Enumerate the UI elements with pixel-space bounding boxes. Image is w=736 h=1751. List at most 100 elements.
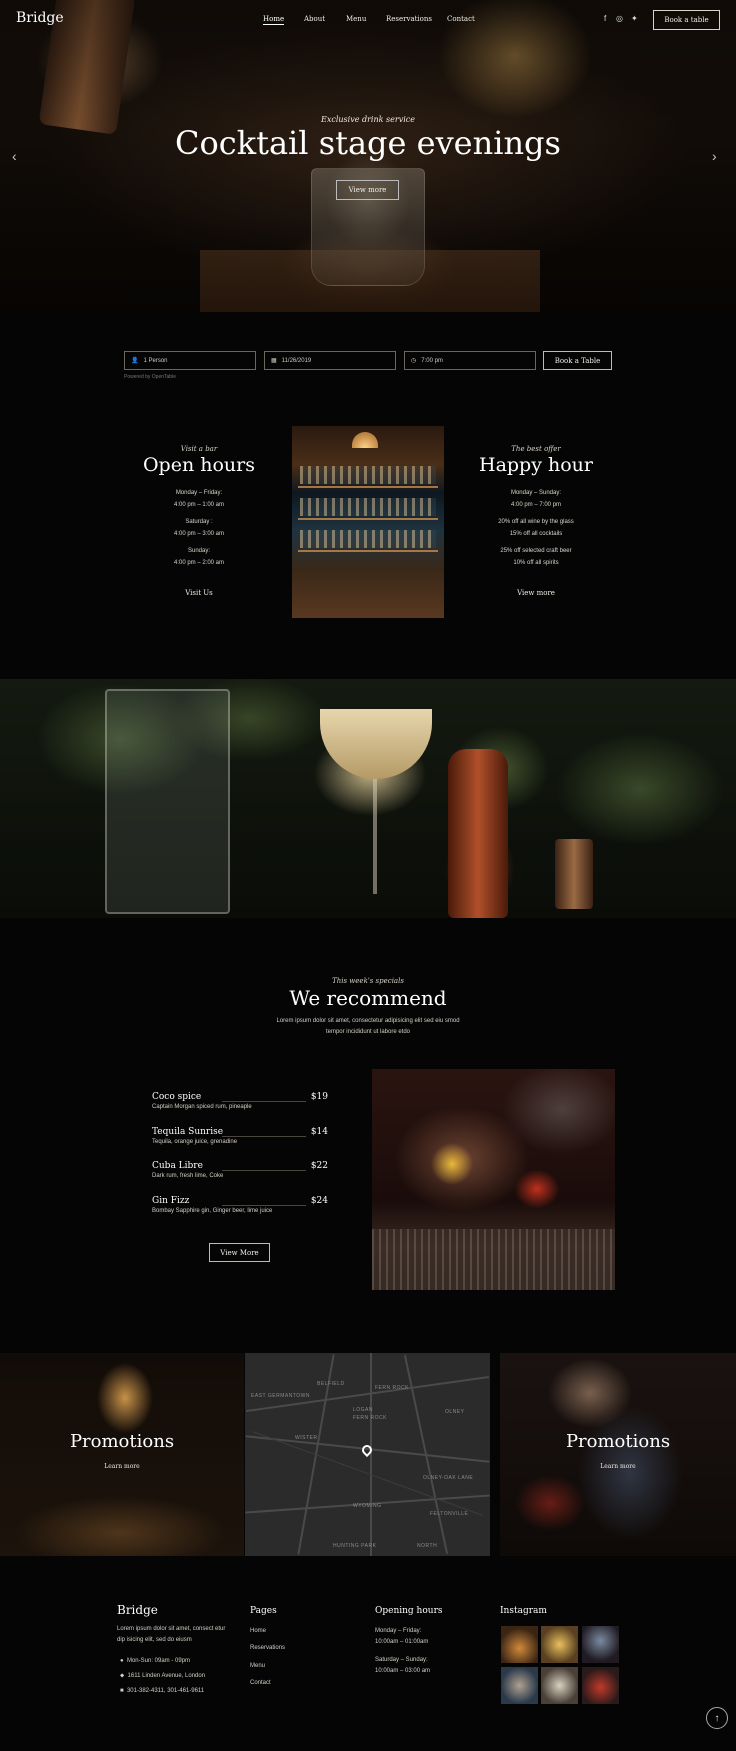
instagram-thumbnail[interactable] (501, 1667, 538, 1704)
user-icon: 👤 (131, 358, 139, 364)
menu-item-name: Gin Fizz (152, 1196, 190, 1206)
promotions-tile-left[interactable]: Promotions Learn more (0, 1353, 244, 1556)
footer-hours-contact: ● Mon-Sun: 09am - 09pm (120, 1658, 190, 1664)
cocktails-banner-photo (0, 679, 736, 918)
date-select[interactable]: ▦ 11/26/2019 (264, 351, 396, 370)
recommend-title: We recommend (289, 986, 447, 1010)
hours-line: 4:00 pm – 2:00 am (173, 560, 225, 566)
nav-about[interactable]: About (304, 15, 325, 23)
hours-line: Monday – Friday: (175, 490, 223, 496)
recommend-description: Lorem ipsum dolor sit amet, consectetur … (276, 1018, 460, 1035)
arrow-up-icon[interactable]: ↑ (706, 1707, 728, 1729)
phone-icon: ■ (120, 1688, 124, 1694)
offer-line: 10% off all spirits (513, 560, 559, 566)
menu-item-desc: Bombay Sapphire gin, Ginger beer, lime j… (152, 1208, 273, 1214)
promotions-title: Promotions (69, 1431, 175, 1452)
footer-hours-line: Saturday – Sunday: (375, 1657, 428, 1663)
bartender-cocktail-photo (372, 1069, 615, 1290)
footer-pages-title: Pages (250, 1606, 277, 1616)
book-a-table-button[interactable]: Book a Table (543, 351, 612, 370)
menu-item-price: $22 (310, 1161, 328, 1171)
footer-page-link[interactable]: Contact (250, 1680, 271, 1686)
map-label: EAST GERMANTOWN (251, 1393, 310, 1399)
footer-about-text: Lorem ipsum dolor sit amet, consect etur (117, 1626, 226, 1632)
map-label: LOGAN (353, 1407, 374, 1413)
menu-item-desc: Dark rum, fresh lime, Coke (152, 1173, 224, 1179)
nav-contact[interactable]: Contact (447, 15, 475, 23)
hours-line: Saturday : (185, 519, 213, 525)
menu-item-desc: Tequila, orange juice, grenadine (152, 1139, 238, 1145)
map-label: HUNTING PARK (333, 1543, 377, 1549)
logo[interactable]: Bridge (16, 10, 64, 26)
calendar-icon: ▦ (271, 358, 277, 364)
location-pin-icon: ⬥ (120, 1673, 125, 1679)
hero-subtitle: Exclusive drink service (320, 115, 415, 124)
powered-by-text: Powered by OpenTable (124, 374, 176, 380)
learn-more-link[interactable]: Learn more (500, 1463, 736, 1470)
menu-item-price: $14 (310, 1127, 328, 1137)
footer-instagram-title: Instagram (500, 1606, 547, 1616)
hero-view-more-button[interactable]: View more (336, 180, 399, 200)
offer-line: Monday – Sunday: (510, 490, 562, 496)
recommend-subtitle: This week's specials (332, 977, 404, 985)
instagram-thumbnail[interactable] (541, 1626, 578, 1663)
time-select[interactable]: ◷ 7:00 pm (404, 351, 536, 370)
nav-home[interactable]: Home (263, 15, 285, 25)
nav-menu[interactable]: Menu (346, 15, 366, 23)
offer-line: 20% off all wine by the glass (498, 519, 574, 525)
menu-item-desc: Captain Morgan spiced rum, pineaple (152, 1104, 252, 1110)
people-select[interactable]: 👤 1 Person (124, 351, 256, 370)
twitter-icon[interactable]: ✦ (631, 14, 638, 23)
nav-reservations[interactable]: Reservations (386, 15, 432, 23)
footer-page-link[interactable]: Reservations (250, 1645, 285, 1651)
hours-line: Sunday: (187, 548, 211, 554)
map-label: WYOMING (353, 1503, 382, 1509)
footer-phone-contact: ■ 301-382-4311, 301-461-9611 (120, 1688, 205, 1694)
map-label: FERN ROCK (353, 1415, 387, 1421)
location-map[interactable]: BELFIELD FERN ROCK EAST GERMANTOWN LOGAN… (245, 1353, 490, 1556)
instagram-thumbnail[interactable] (501, 1626, 538, 1663)
menu-item-price: $24 (310, 1196, 328, 1206)
instagram-thumbnail[interactable] (582, 1667, 619, 1704)
happy-hour-subtitle: The best offer (511, 445, 561, 453)
learn-more-link[interactable]: Learn more (0, 1463, 244, 1470)
instagram-icon[interactable]: ◎ (616, 14, 623, 23)
menu-item-price: $19 (310, 1092, 328, 1102)
open-hours-subtitle: Visit a bar (180, 445, 218, 453)
offer-line: 15% off all cocktails (509, 531, 563, 537)
instagram-thumbnail[interactable] (582, 1626, 619, 1663)
map-label: OLNEY (445, 1409, 465, 1415)
clock-icon: ◷ (411, 358, 417, 364)
map-label: BELFIELD (317, 1381, 345, 1387)
hours-line: 4:00 pm – 1:00 am (173, 502, 225, 508)
map-label: FELTONVILLE (430, 1511, 469, 1517)
visit-us-link[interactable]: Visit Us (99, 589, 299, 597)
footer-page-link[interactable]: Home (250, 1628, 266, 1634)
instagram-thumbnail[interactable] (541, 1667, 578, 1704)
promotions-title: Promotions (565, 1431, 671, 1452)
offer-line: 4:00 pm – 7:00 pm (510, 502, 562, 508)
hours-line: 4:00 pm – 3:00 am (173, 531, 225, 537)
footer-page-link[interactable]: Menu (250, 1663, 265, 1669)
hero-section: Bridge Home About Menu Reservations Cont… (0, 0, 736, 312)
open-hours-title: Open hours (142, 454, 255, 476)
map-label: OLNEY-OAK LANE (423, 1475, 474, 1481)
menu-view-more-button[interactable]: View More (209, 1243, 270, 1262)
facebook-icon[interactable]: f (604, 14, 606, 23)
footer-hours-line: 10:00am – 03:00 am (375, 1668, 431, 1674)
menu-item-name: Cuba Libre (152, 1161, 203, 1171)
promotions-tile-right[interactable]: Promotions Learn more (500, 1353, 736, 1556)
footer-hours-line: 10:00am – 01:00am (375, 1639, 429, 1645)
footer-hours-title: Opening hours (375, 1606, 443, 1616)
hero-title: Cocktail stage evenings (175, 124, 561, 162)
footer-logo[interactable]: Bridge (117, 1603, 158, 1617)
footer-about-text: dip isicing elit, sed do eiusm (117, 1637, 192, 1643)
footer-hours-line: Monday – Friday: (375, 1628, 422, 1634)
happy-hour-view-more-link[interactable]: View more (436, 589, 636, 597)
menu-item-name: Coco spice (152, 1092, 202, 1102)
offer-line: 25% off selected craft beer (500, 548, 572, 554)
book-table-button[interactable]: Book a table (653, 10, 720, 30)
footer-address-contact: ⬥ 1611 Linden Avenue, London (120, 1673, 206, 1679)
menu-item-name: Tequila Sunrise (152, 1127, 224, 1137)
happy-hour-title: Happy hour (479, 454, 593, 476)
